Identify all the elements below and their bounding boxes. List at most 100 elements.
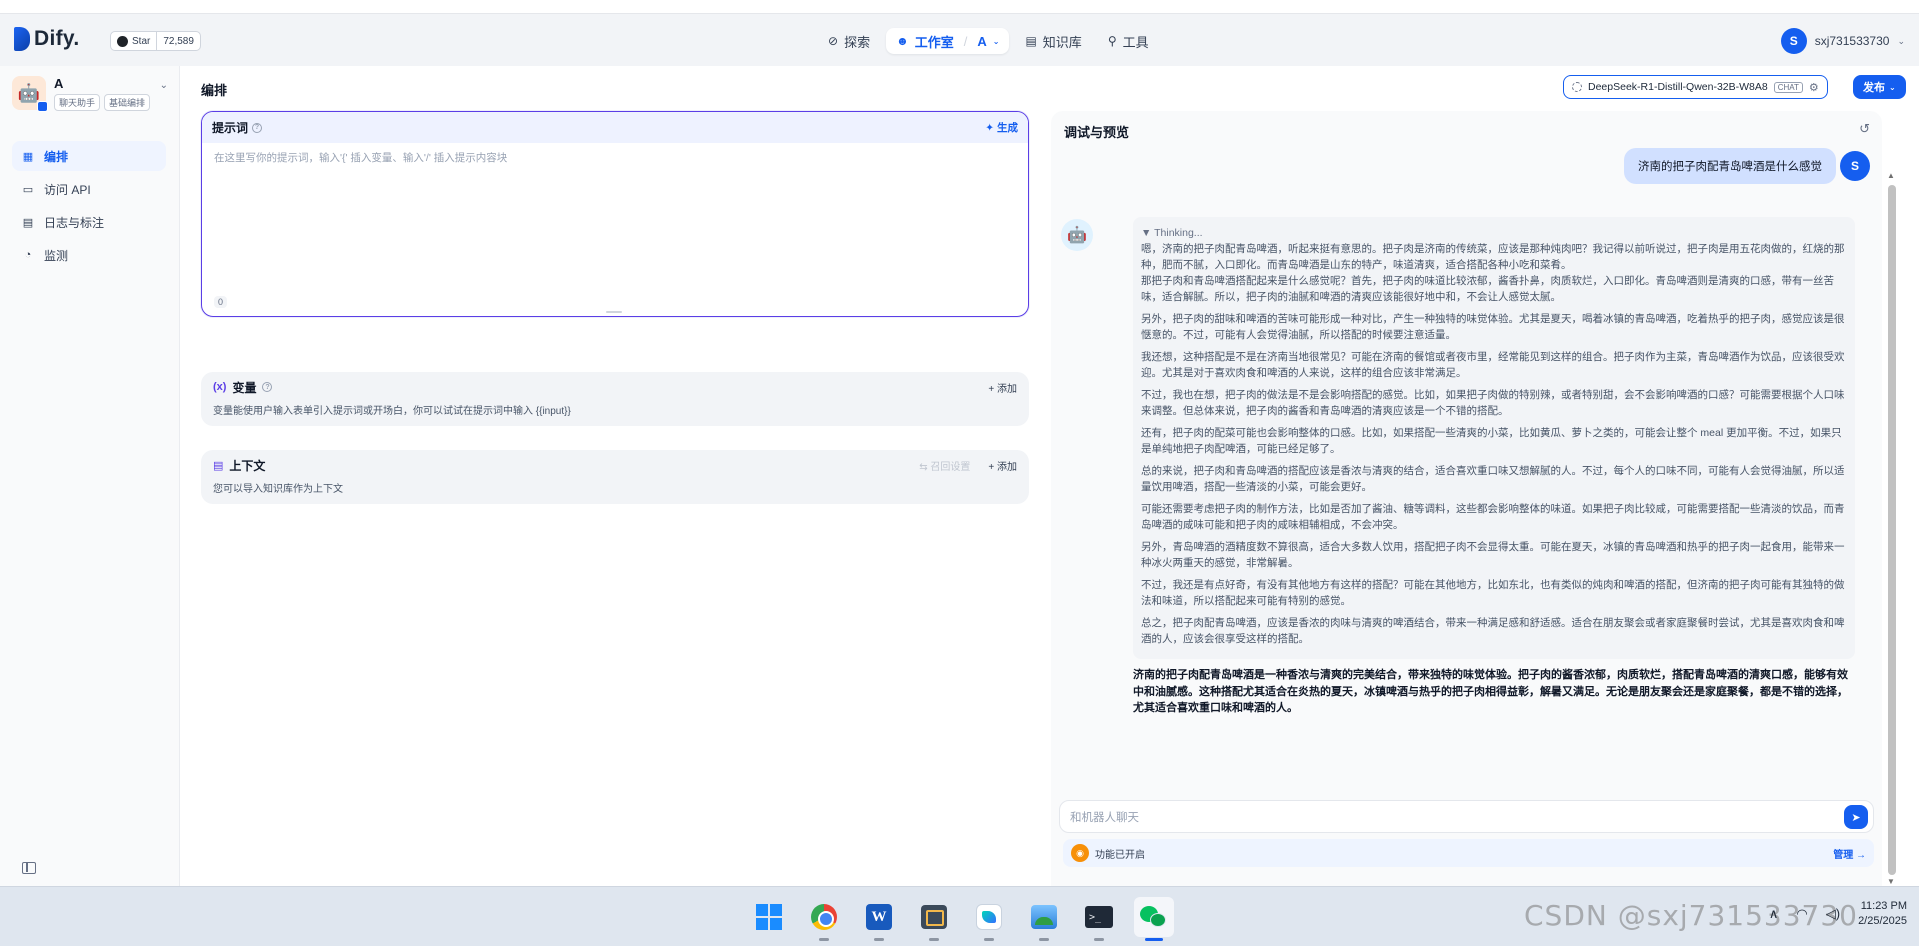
variables-title: 变量: [232, 380, 257, 395]
send-icon: ➤: [1851, 811, 1861, 824]
app-info[interactable]: 🤖 A 聊天助手 基础编排 ⌄: [12, 76, 168, 112]
char-count: 0: [214, 296, 228, 308]
sparkle-icon: ✦: [985, 122, 995, 134]
user-name: sxj731533730: [1814, 34, 1890, 48]
nav-explore[interactable]: ⊘ 探索: [818, 28, 880, 54]
prompt-editor[interactable]: 提示词 ? ✦ 生成 在这里写你的提示词，输入'{' 插入变量、输入'/' 插入…: [201, 111, 1029, 317]
send-button[interactable]: ➤: [1844, 805, 1868, 829]
robot-face-icon: 🤖: [17, 82, 41, 103]
clock[interactable]: 11:23 PM 2/25/2025: [1858, 899, 1907, 929]
thinking-paragraph: 嗯，济南的把子肉配青岛啤酒，听起来挺有意思的。把子肉是济南的传统菜，应该是那种炖…: [1141, 243, 1845, 271]
chat-input[interactable]: 和机器人聊天 ➤: [1059, 800, 1874, 833]
sidebar-item-monitor[interactable]: ◔ 监测: [12, 240, 166, 270]
chevron-up-icon[interactable]: ∧: [1769, 906, 1779, 922]
settings-sliders-icon[interactable]: ⚙: [1809, 81, 1819, 94]
monitor-icon: ◔: [24, 249, 32, 261]
sidebar-item-api[interactable]: ▭ 访问 API: [12, 174, 166, 204]
user-message: 济南的把子肉配青岛啤酒是什么感觉: [1624, 148, 1836, 184]
sidebar-item-label: 日志与标注: [44, 215, 105, 230]
app-tag-mode: 基础编排: [104, 94, 151, 111]
thinking-paragraph: 另外，青岛啤酒的酒精度数不算很高，适合大多数人饮用，搭配把子肉不会显得太重。可能…: [1141, 541, 1845, 569]
nav-tools[interactable]: ⚲ 工具: [1098, 28, 1159, 54]
taskbar-wechat[interactable]: [1134, 897, 1174, 941]
sidebar-item-label: 访问 API: [44, 182, 91, 197]
github-icon: [117, 35, 128, 47]
variables-section: (x) 变量 ? + 添加 变量能使用户输入表单引入提示词或开场白，你可以试试在…: [201, 372, 1029, 426]
context-description: 您可以导入知识库作为上下文: [213, 484, 343, 495]
date: 2/25/2025: [1858, 915, 1907, 927]
bot-answer: ▼ Thinking... 嗯，济南的把子肉配青岛啤酒，听起来挺有意思的。把子肉…: [1121, 209, 1867, 799]
sidebar-menu: ▦ 编排 ▭ 访问 API ▤ 日志与标注 ◔ 监测: [12, 141, 166, 273]
publish-button[interactable]: 发布 ⌄: [1853, 75, 1906, 99]
recall-settings-button[interactable]: ⇆ 召回设置: [919, 458, 970, 473]
add-variable-button[interactable]: + 添加: [988, 380, 1017, 395]
context-section: ▤ 上下文 ⇆ 召回设置 + 添加 您可以导入知识库作为上下文: [201, 450, 1029, 504]
debug-preview-panel: 调试与预览 ↺ 济南的把子肉配青岛啤酒是什么感觉 S 🤖 ▼ Thinking.…: [1051, 111, 1896, 886]
nav-divider: /: [963, 33, 968, 49]
wifi-icon[interactable]: ◠: [1796, 906, 1807, 922]
compass-icon: ⊘: [828, 34, 839, 48]
generate-button[interactable]: ✦ 生成: [985, 120, 1018, 135]
sidebar-item-label: 监测: [44, 248, 69, 263]
prompt-input[interactable]: 在这里写你的提示词，输入'{' 插入变量、输入'/' 插入提示内容块: [214, 150, 507, 165]
help-icon[interactable]: ?: [252, 122, 263, 133]
thinking-paragraph: 不过，我也在想，把子肉的做法是不是会影响搭配的感觉。比如，如果把子肉做的特别辣，…: [1141, 389, 1845, 417]
help-icon[interactable]: ?: [262, 382, 273, 392]
dify-logo-icon: [14, 27, 30, 51]
terminal-icon: ▭: [22, 183, 34, 196]
scroll-down-icon[interactable]: ▼: [1887, 877, 1895, 886]
refresh-icon[interactable]: ↺: [1859, 121, 1870, 137]
start-button[interactable]: [749, 897, 789, 937]
scroll-up-icon[interactable]: ▲: [1887, 171, 1895, 180]
github-star-button[interactable]: Star 72,589: [110, 31, 201, 51]
snipping-tool-icon: [921, 905, 947, 929]
add-context-button[interactable]: + 添加: [988, 458, 1017, 473]
model-mode-badge: CHAT: [1773, 81, 1803, 93]
chevron-down-icon[interactable]: ⌄: [160, 80, 168, 91]
main-nav: ⊘ 探索 ☻ 工作室 / A ⌄ ▤ 知识库 ⚲ 工具: [818, 28, 1159, 54]
app-name: A: [54, 76, 64, 91]
book-icon: ▤: [1025, 34, 1037, 48]
manage-link[interactable]: 管理 →: [1833, 846, 1866, 861]
main-content: 编排 DeepSeek-R1-Distill-Qwen-32B-W8A8 CHA…: [180, 66, 1919, 886]
tool-icon: ⚲: [1107, 34, 1117, 48]
taskbar-feishu[interactable]: [969, 897, 1009, 941]
taskbar-photos[interactable]: [1024, 897, 1064, 941]
resize-handle[interactable]: [606, 311, 622, 313]
bot-avatar: 🤖: [1061, 219, 1093, 251]
robot-icon: ☻: [896, 34, 909, 48]
feishu-icon: [976, 904, 1002, 930]
thinking-paragraph: 还有，把子肉的配菜可能也会影响整体的口感。比如，如果搭配一些清爽的小菜，比如黄瓜…: [1141, 427, 1842, 455]
layout-icon: ▦: [22, 150, 34, 163]
app-sidebar: 🤖 A 聊天助手 基础编排 ⌄ ▦ 编排 ▭ 访问 API ▤ 日志与标注 ◔ …: [0, 66, 180, 886]
brand-name: Dify.: [34, 27, 80, 50]
taskbar-snipping-tool[interactable]: [914, 897, 954, 941]
windows-icon: [756, 904, 782, 930]
time: 11:23 PM: [1860, 900, 1907, 912]
nav-tools-label: 工具: [1122, 34, 1149, 50]
thinking-paragraph: 可能还需要考虑把子肉的制作方法，比如是否加了酱油、糖等调料，这些都会影响整体的味…: [1141, 503, 1845, 531]
feature-text: 功能已开启: [1095, 849, 1145, 861]
taskbar-apps: W >_: [749, 897, 1174, 941]
scroll-thumb[interactable]: [1888, 185, 1896, 875]
model-provider-icon: [1572, 82, 1582, 92]
taskbar-chrome[interactable]: [804, 897, 844, 941]
nav-knowledge[interactable]: ▤ 知识库: [1015, 28, 1091, 54]
dify-logo[interactable]: Dify.: [14, 27, 79, 51]
top-navigation: Dify. Star 72,589 ⊘ 探索 ☻ 工作室 / A ⌄ ▤ 知识库…: [0, 14, 1919, 66]
taskbar-terminal[interactable]: >_: [1079, 897, 1119, 941]
thinking-block[interactable]: ▼ Thinking... 嗯，济南的把子肉配青岛啤酒，听起来挺有意思的。把子肉…: [1133, 217, 1855, 659]
collapse-sidebar-icon[interactable]: [22, 862, 36, 874]
debug-scrollbar[interactable]: ▲ ▼: [1886, 171, 1896, 886]
user-menu[interactable]: S sxj731533730 ⌄: [1780, 28, 1905, 54]
taskbar-word[interactable]: W: [859, 897, 899, 941]
sidebar-item-orchestrate[interactable]: ▦ 编排: [12, 141, 166, 171]
user-avatar: S: [1840, 151, 1870, 181]
workspace-name[interactable]: A: [977, 34, 986, 49]
model-selector[interactable]: DeepSeek-R1-Distill-Qwen-32B-W8A8 CHAT ⚙: [1563, 75, 1828, 99]
sidebar-item-logs[interactable]: ▤ 日志与标注: [12, 207, 166, 237]
windows-taskbar: W >_ CSDN @sxj731533730 ∧ ◠ ◁) 11:23 PM …: [0, 886, 1919, 946]
speaker-icon[interactable]: ◁): [1826, 906, 1840, 922]
thinking-toggle[interactable]: ▼ Thinking...: [1141, 225, 1847, 241]
nav-studio[interactable]: ☻ 工作室 / A ⌄: [886, 28, 1010, 54]
